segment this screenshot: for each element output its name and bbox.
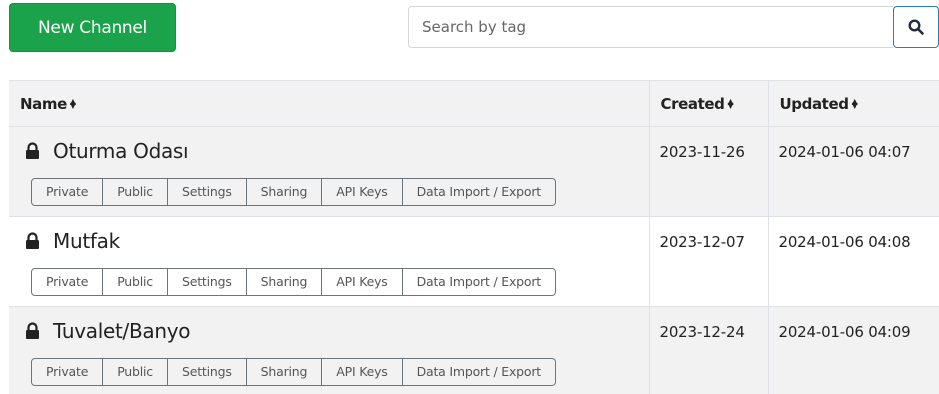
- created-cell: 2023-12-24: [648, 306, 768, 394]
- channel-name[interactable]: Mutfak: [53, 229, 120, 253]
- channel-name-cell: Oturma Odası Private Public Settings Sharin…: [9, 126, 649, 217]
- search-bar: [408, 6, 939, 48]
- channel-action-button[interactable]: Sharing: [246, 268, 323, 296]
- sort-icon: ▲ ▼: [727, 96, 734, 110]
- sort-icon: ▲ ▼: [69, 96, 76, 110]
- channel-name[interactable]: Tuvalet/Banyo: [53, 319, 191, 343]
- search-icon: [908, 19, 924, 35]
- channel-name[interactable]: Oturma Odası: [53, 139, 189, 163]
- channel-action-button[interactable]: Settings: [167, 358, 247, 386]
- channel-actions: Private Public Settings Sharing API Keys Data…: [31, 178, 556, 206]
- channel-action-button[interactable]: Data Import / Export: [402, 178, 556, 206]
- created-cell: 2023-11-26: [648, 126, 768, 217]
- table-row: Oturma Odası Private Public Settings Sharin…: [9, 126, 939, 217]
- name-header-label: Name: [20, 94, 67, 113]
- created-header-label: Created: [660, 94, 725, 113]
- channel-action-button[interactable]: Public: [103, 178, 168, 206]
- channel-actions: Private Public Settings Sharing API Keys Data…: [31, 358, 556, 386]
- channel-action-button[interactable]: API Keys: [322, 178, 403, 206]
- channel-action-button[interactable]: Sharing: [246, 178, 323, 206]
- channel-name-cell: Mutfak Private Public Settings Sharing API K…: [9, 216, 649, 307]
- name-header[interactable]: Name ▲ ▼: [9, 80, 649, 127]
- search-input[interactable]: [408, 6, 893, 48]
- channel-action-button[interactable]: API Keys: [322, 268, 403, 296]
- channel-title: Tuvalet/Banyo: [25, 319, 649, 343]
- channel-action-button[interactable]: Private: [31, 358, 104, 386]
- lock-icon: [26, 232, 39, 249]
- created-header[interactable]: Created ▲ ▼: [648, 80, 768, 127]
- created-cell: 2023-12-07: [648, 216, 768, 307]
- new-channel-button[interactable]: New Channel: [9, 3, 176, 52]
- updated-header-label: Updated: [779, 94, 849, 113]
- search-button[interactable]: [893, 6, 939, 48]
- channel-title: Mutfak: [25, 229, 649, 253]
- updated-cell: 2024-01-06 04:08: [767, 216, 939, 307]
- updated-cell: 2024-01-06 04:09: [767, 306, 939, 394]
- channel-action-button[interactable]: Public: [103, 268, 168, 296]
- updated-header[interactable]: Updated ▲ ▼: [767, 80, 939, 127]
- channel-action-button[interactable]: API Keys: [322, 358, 403, 386]
- channel-title: Oturma Odası: [25, 139, 649, 163]
- channels-table: Name ▲ ▼ Created ▲ ▼ Updated ▲ ▼ Oturma Odası …: [9, 80, 939, 394]
- channel-name-cell: Tuvalet/Banyo Private Public Settings Shari…: [9, 306, 649, 394]
- channel-action-button[interactable]: Settings: [167, 178, 247, 206]
- channel-action-button[interactable]: Data Import / Export: [402, 358, 556, 386]
- table-row: Mutfak Private Public Settings Sharing API K…: [9, 216, 939, 307]
- lock-icon: [26, 322, 39, 339]
- channel-action-button[interactable]: Public: [103, 358, 168, 386]
- channel-actions: Private Public Settings Sharing API Keys Data…: [31, 268, 556, 296]
- lock-icon: [26, 142, 39, 159]
- channel-action-button[interactable]: Settings: [167, 268, 247, 296]
- channel-action-button[interactable]: Sharing: [246, 358, 323, 386]
- sort-icon: ▲ ▼: [851, 96, 858, 110]
- table-header-row: Name ▲ ▼ Created ▲ ▼ Updated ▲ ▼: [9, 80, 939, 127]
- updated-cell: 2024-01-06 04:07: [767, 126, 939, 217]
- channel-action-button[interactable]: Data Import / Export: [402, 268, 556, 296]
- table-row: Tuvalet/Banyo Private Public Settings Shari…: [9, 306, 939, 394]
- channel-action-button[interactable]: Private: [31, 178, 104, 206]
- channel-action-button[interactable]: Private: [31, 268, 104, 296]
